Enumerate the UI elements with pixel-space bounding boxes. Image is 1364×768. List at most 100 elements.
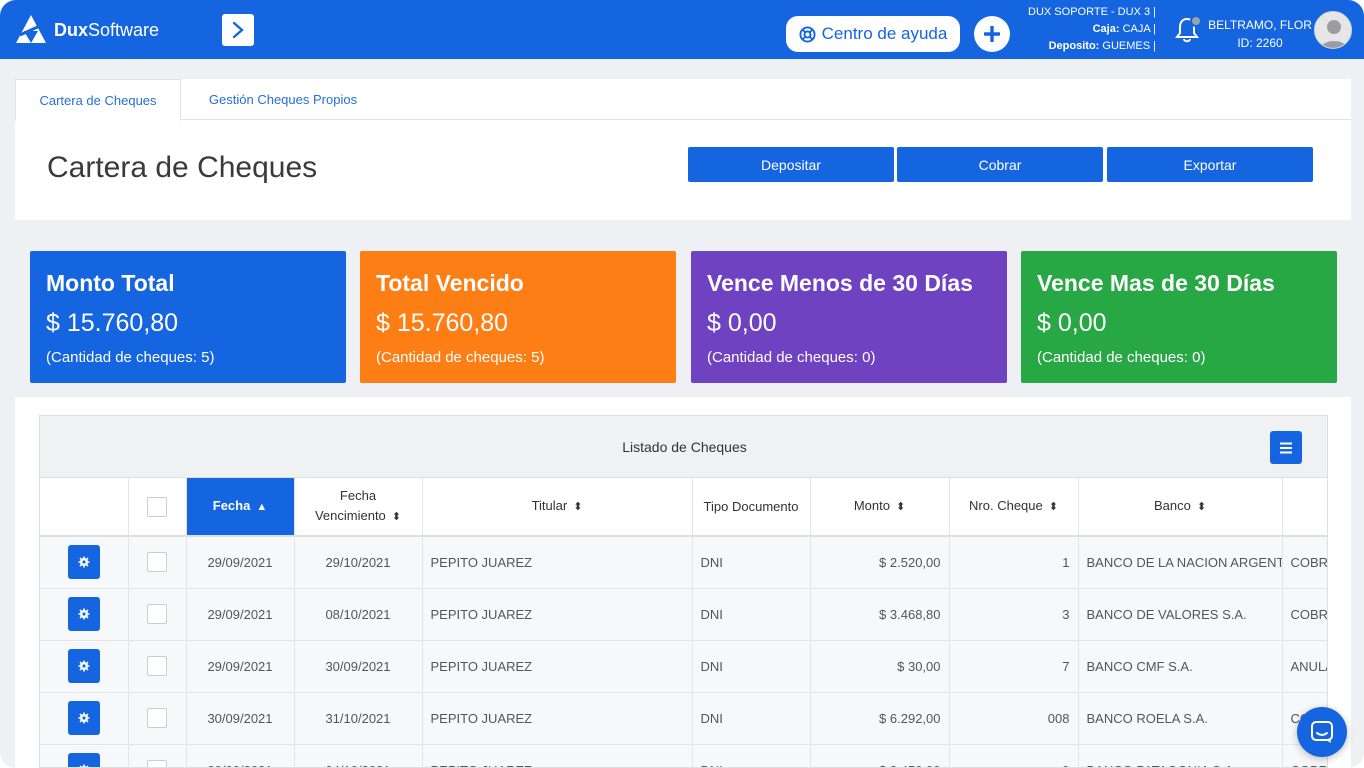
cell-nro-cheque: 008 [949,692,1079,745]
row-actions-cell [40,692,129,745]
cell-nro-cheque: 7 [949,640,1079,693]
row-checkbox[interactable] [147,656,167,676]
deposito-info: Deposito: GUEMES | [1028,38,1156,55]
avatar[interactable] [1314,11,1352,49]
cell-fecha: 29/09/2021 [186,536,295,589]
sort-icon: ⬍ [573,500,583,513]
card-title: Monto Total [46,270,175,296]
sort-icon: ⬍ [1196,500,1207,513]
cell-estado: ANULADO [1282,640,1327,693]
header-fecha-vencimiento[interactable]: Fecha Vencimiento ⬍ [294,478,423,537]
header-fecha[interactable]: Fecha ▲ [186,478,295,537]
column-menu-button[interactable] [1270,431,1302,464]
page-title: Cartera de Cheques [47,151,318,184]
row-settings-button[interactable] [67,597,100,631]
brand-bold: Dux [54,20,89,40]
header-nro-cheque[interactable]: Nro. Cheque ⬍ [949,478,1079,537]
deposito-value: GUEMES | [1102,40,1156,52]
cell-fecha: 30/09/2021 [186,692,295,745]
header-titular[interactable]: Titular ⬍ [422,478,693,537]
cell-tipo-documento: DNI [692,588,811,641]
caja-value: CAJA | [1122,23,1156,35]
row-actions-cell [40,536,129,589]
cell-estado: COBRADO [1282,588,1327,641]
header-vencimiento-line1: Fecha [339,488,377,504]
sort-icon: ⬍ [1048,500,1058,513]
cell-titular: PEPITO JUAREZ [422,744,693,767]
brand-name[interactable]: DuxSoftware [54,19,159,41]
header-nro-cheque-label: Nro. Cheque [969,498,1043,514]
cell-banco: BANCO ROELA S.A. [1078,692,1283,745]
row-settings-button[interactable] [67,649,100,683]
user-name: BELTRAMO, FLOR [1208,18,1312,32]
chevron-right-icon [232,21,244,39]
cell-titular: PEPITO JUAREZ [422,536,693,589]
top-bar: DuxSoftware Centro de ayuda DUX SOPORTE … [0,0,1364,59]
brand-light: Software [88,20,160,40]
header-estado [1282,478,1327,537]
gear-icon [78,660,90,672]
cobrar-button[interactable]: Cobrar [897,147,1103,182]
cell-banco: BANCO DE LA NACION ARGENTINA [1078,536,1283,589]
hamburger-menu-icon [1280,442,1292,453]
table-row: 30/09/2021 31/10/2021 PEPITO JUAREZ DNI … [40,692,1327,745]
table-header-row: Fecha ▲ Fecha Vencimiento ⬍ Titular ⬍ Tipo … [40,478,1327,537]
quick-add-button[interactable] [974,16,1010,52]
cell-banco: BANCO DE VALORES S.A. [1078,588,1283,641]
header-monto[interactable]: Monto ⬍ [810,478,950,537]
title-panel: Cartera de Cheques Gestión Cheques Propi… [15,79,1351,220]
select-all-checkbox[interactable] [147,496,167,517]
caja-info: Caja: CAJA | [1028,21,1156,38]
cell-banco: BANCO CMF S.A. [1078,640,1283,693]
cell-titular: PEPITO JUAREZ [422,692,693,745]
row-select-cell [128,744,187,767]
chat-icon [1311,721,1333,743]
row-select-cell [128,588,187,641]
table-caption: Listado de Cheques [40,416,1327,478]
card-vence-mas-30: Vence Mas de 30 Días $ 0,00 (Cantidad de… [1021,251,1337,383]
row-select-cell [128,536,187,589]
header-titular-label: Titular [531,498,568,514]
row-checkbox[interactable] [147,708,167,728]
header-banco-label: Banco [1153,498,1191,514]
card-count: (Cantidad de cheques: 0) [707,349,876,366]
cell-monto: $ 2.520,00 [810,536,950,589]
user-info[interactable]: BELTRAMO, FLOR ID: 2260 [1208,16,1312,52]
caja-label: Caja: [1092,23,1120,35]
row-select-cell [128,640,187,693]
tab-cartera-cheques[interactable]: Cartera de Cheques [15,79,181,121]
header-banco[interactable]: Banco ⬍ [1078,478,1283,537]
table-row: 30/09/2021 04/10/2021 PEPITO JUAREZ DNI … [40,744,1327,767]
gear-icon [78,608,90,620]
card-amount: $ 0,00 [707,309,777,337]
gear-icon [78,712,90,724]
table-row: 29/09/2021 08/10/2021 PEPITO JUAREZ DNI … [40,588,1327,641]
cell-tipo-documento: DNI [692,536,811,589]
cell-fecha: 29/09/2021 [186,588,295,641]
tab-gestion-cheques-propios[interactable]: Gestión Cheques Propios [181,79,385,120]
row-checkbox[interactable] [147,604,167,624]
row-checkbox[interactable] [147,760,167,767]
cell-nro-cheque: 1 [949,536,1079,589]
cell-monto: $ 30,00 [810,640,950,693]
depositar-button[interactable]: Depositar [688,147,894,182]
cell-vencimiento: 31/10/2021 [294,692,423,745]
row-settings-button[interactable] [67,545,100,580]
row-settings-button[interactable] [67,701,100,735]
card-count: (Cantidad de cheques: 0) [1037,349,1206,366]
table-row: 29/09/2021 30/09/2021 PEPITO JUAREZ DNI … [40,640,1327,693]
card-vence-menos-30: Vence Menos de 30 Días $ 0,00 (Cantidad … [691,251,1007,383]
dux-logo-icon [16,15,46,43]
row-settings-button[interactable] [67,753,100,767]
lifebuoy-icon [799,25,816,43]
row-actions-cell [40,588,129,641]
sort-icon: ⬍ [391,510,402,523]
help-center-button[interactable]: Centro de ayuda [786,16,960,52]
chat-support-button[interactable] [1297,707,1347,757]
cell-vencimiento: 08/10/2021 [294,588,423,641]
row-checkbox[interactable] [147,552,167,573]
exportar-button[interactable]: Exportar [1107,147,1313,182]
app-frame: DuxSoftware Centro de ayuda DUX SOPORTE … [0,0,1364,768]
sidebar-toggle-button[interactable] [222,14,254,46]
cheques-table-container[interactable]: Listado de Cheques Fecha ▲ Fecha Vencimi… [39,415,1328,768]
